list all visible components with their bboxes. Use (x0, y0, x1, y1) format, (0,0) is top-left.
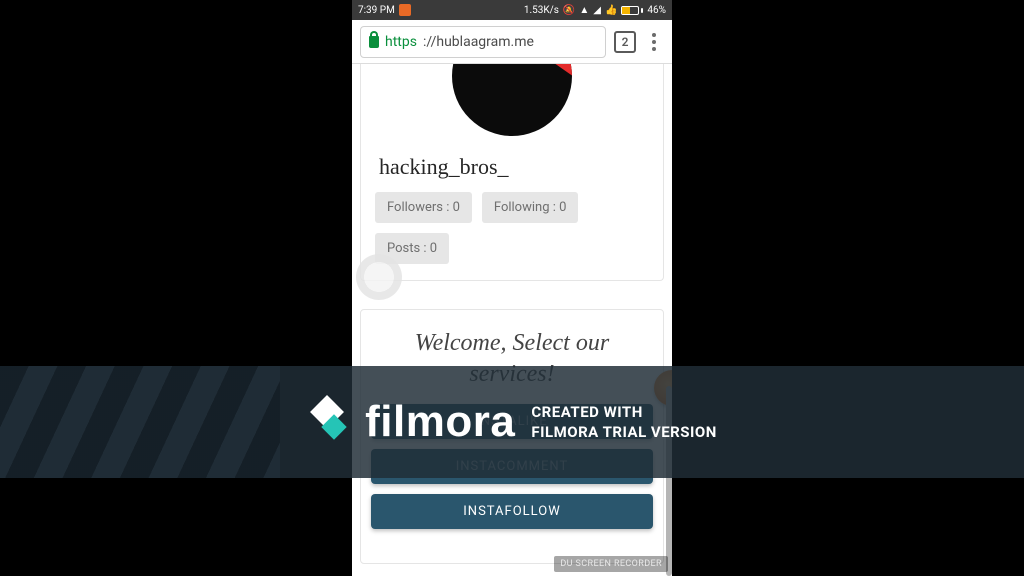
dnd-icon: 🔕 (563, 5, 575, 16)
battery-indicator (621, 6, 643, 15)
posts-stat: Posts : 0 (375, 233, 449, 264)
following-stat: Following : 0 (482, 192, 579, 223)
status-bar: 7:39 PM 1.53K/s 🔕 ▲ ◢ 👍 46% (352, 0, 672, 20)
lock-icon (369, 36, 379, 48)
filmora-watermark-overlay: filmora CREATED WITH FILMORA TRIAL VERSI… (0, 366, 1024, 478)
filmora-tagline: CREATED WITH FILMORA TRIAL VERSION (531, 402, 716, 443)
status-time: 7:39 PM (358, 5, 395, 16)
page-content[interactable]: bros hacking_bros_ Followers : 0 Followi… (352, 64, 672, 576)
battery-percent: 46% (647, 5, 666, 16)
url-host: ://hublaagram.me (423, 34, 534, 50)
filmora-logo-icon (307, 398, 355, 446)
browser-toolbar: https ://hublaagram.me 2 (352, 20, 672, 64)
browser-menu-button[interactable] (644, 31, 664, 53)
avatar: bros (452, 64, 572, 136)
tab-count: 2 (622, 35, 629, 49)
url-field[interactable]: https ://hublaagram.me (360, 26, 606, 58)
url-scheme: https (385, 34, 417, 50)
followers-stat: Followers : 0 (375, 192, 472, 223)
thumb-icon: 👍 (605, 5, 617, 16)
phone-frame: 7:39 PM 1.53K/s 🔕 ▲ ◢ 👍 46% https ://hubl… (352, 0, 672, 576)
notification-icon (399, 4, 411, 16)
status-netspeed: 1.53K/s (524, 5, 559, 16)
profile-username: hacking_bros_ (379, 154, 663, 180)
recorder-watermark: DU SCREEN RECORDER (554, 556, 668, 572)
filmora-wordmark: filmora (365, 397, 515, 447)
profile-card: bros hacking_bros_ Followers : 0 Followi… (360, 64, 664, 281)
wifi-icon: ▲ (579, 5, 589, 16)
tab-switcher[interactable]: 2 (614, 31, 636, 53)
signal-icon: ◢ (593, 5, 601, 16)
instafollow-button[interactable]: INSTAFOLLOW (371, 494, 653, 529)
